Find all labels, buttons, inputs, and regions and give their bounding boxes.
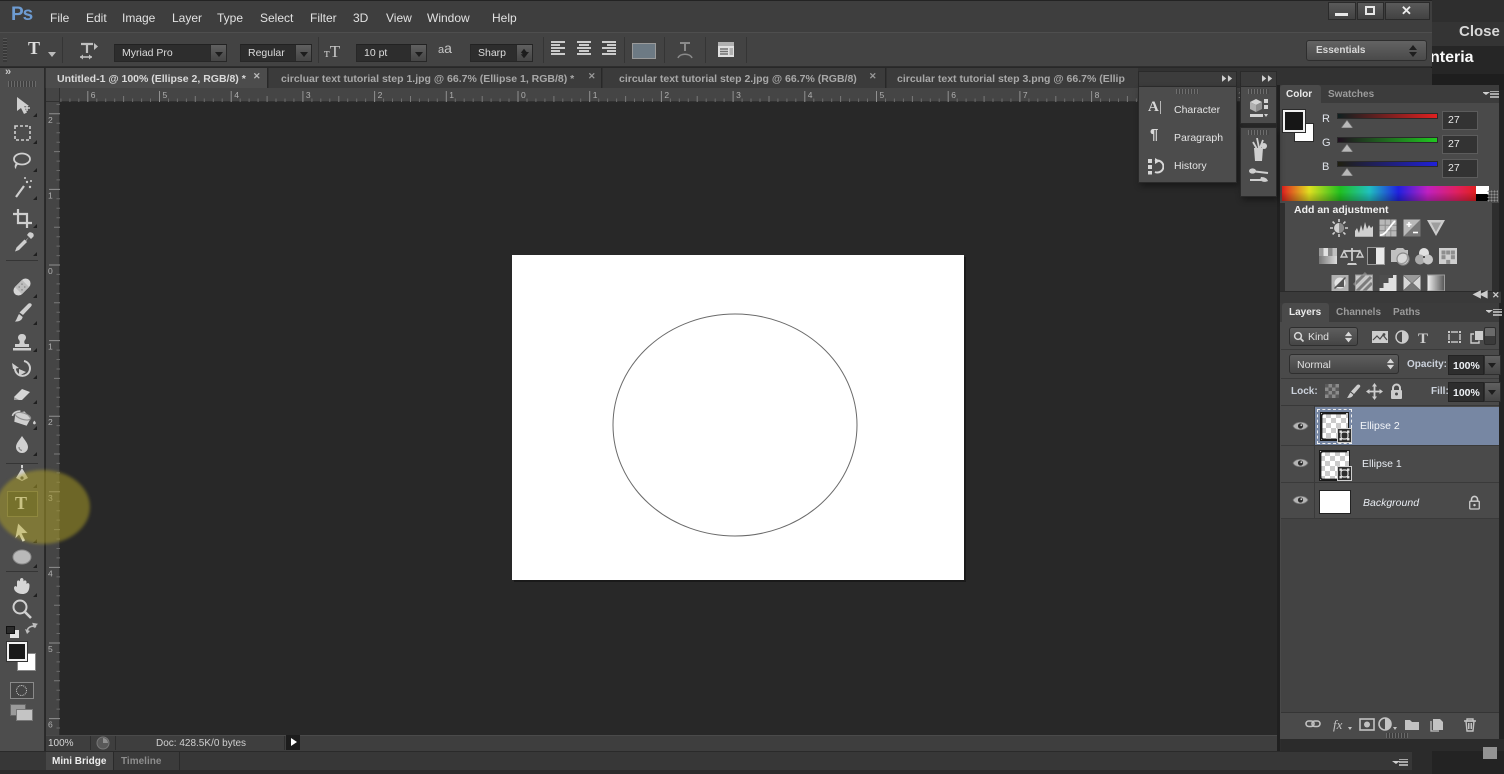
- svg-text:6: 6: [951, 90, 956, 100]
- svg-text:4: 4: [808, 90, 813, 100]
- svg-text:8: 8: [1095, 90, 1100, 100]
- svg-text:1: 1: [48, 190, 53, 200]
- svg-text:3: 3: [736, 90, 741, 100]
- svg-text:fx: fx: [1333, 717, 1343, 732]
- svg-text:3: 3: [306, 90, 311, 100]
- svg-text:0: 0: [48, 266, 53, 276]
- svg-text:5: 5: [48, 644, 53, 654]
- svg-text:0: 0: [521, 90, 526, 100]
- svg-text:1: 1: [449, 90, 454, 100]
- svg-text:4: 4: [234, 90, 239, 100]
- svg-text:1: 1: [48, 342, 53, 352]
- svg-text:2: 2: [664, 90, 669, 100]
- svg-text:T: T: [1418, 331, 1428, 346]
- svg-text:2: 2: [378, 90, 383, 100]
- svg-text:4: 4: [48, 568, 53, 578]
- svg-text:6: 6: [48, 720, 53, 730]
- svg-text:1: 1: [593, 90, 598, 100]
- svg-text:2: 2: [48, 417, 53, 427]
- svg-text:6: 6: [91, 90, 96, 100]
- svg-text:2: 2: [48, 115, 53, 125]
- svg-text:7: 7: [1023, 90, 1028, 100]
- svg-text:5: 5: [880, 90, 885, 100]
- svg-text:5: 5: [163, 90, 168, 100]
